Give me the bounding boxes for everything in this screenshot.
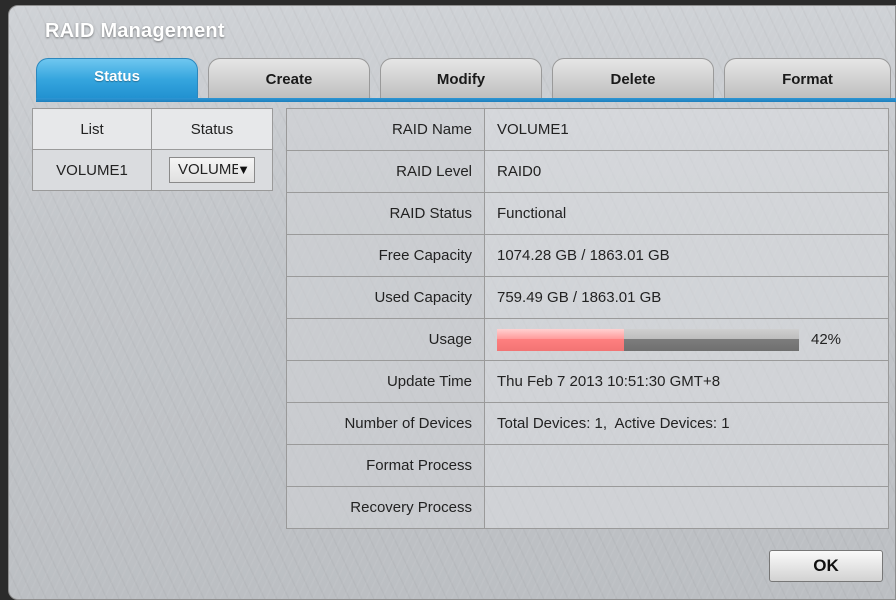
raid-level-label: RAID Level [286,150,485,193]
free-capacity-label: Free Capacity [286,234,485,277]
usage-progress-bar [497,328,799,351]
raid-management-window: RAID Management Status Create Modify Del… [8,5,896,600]
volume-select-value: VOLUME1 [178,161,238,178]
detail-row: RAID Level RAID0 [286,150,889,193]
number-of-devices-label: Number of Devices [286,402,485,445]
detail-row: Format Process [286,444,889,487]
tab-bar: Status Create Modify Delete Format [36,58,896,102]
raid-status-label: RAID Status [286,192,485,235]
list-header-row: List Status [32,108,273,150]
raid-list-table: List Status VOLUME1 VOLUME1 ▼ [32,108,273,191]
raid-name-label: RAID Name [286,108,485,151]
used-capacity-label: Used Capacity [286,276,485,319]
detail-row: RAID Name VOLUME1 [286,108,889,151]
list-row[interactable]: VOLUME1 VOLUME1 ▼ [32,149,273,191]
recovery-process-label: Recovery Process [286,486,485,529]
usage-indicator: 42% [497,328,888,351]
tab-create[interactable]: Create [208,58,370,100]
volume-name[interactable]: VOLUME1 [32,149,152,191]
detail-row: Update Time Thu Feb 7 2013 10:51:30 GMT+… [286,360,889,403]
format-process-value [484,444,889,487]
raid-status-value: Functional [484,192,889,235]
detail-row: RAID Status Functional [286,192,889,235]
volume-select[interactable]: VOLUME1 ▼ [169,157,255,183]
raid-level-value: RAID0 [484,150,889,193]
tab-status[interactable]: Status [36,58,198,100]
detail-row: Usage 42% [286,318,889,361]
detail-row: Free Capacity 1074.28 GB / 1863.01 GB [286,234,889,277]
update-time-value: Thu Feb 7 2013 10:51:30 GMT+8 [484,360,889,403]
window-title: RAID Management [45,20,225,42]
chevron-down-icon: ▼ [237,162,250,177]
usage-label: Usage [286,318,485,361]
raid-name-value: VOLUME1 [484,108,889,151]
list-column-header: List [32,108,152,150]
detail-row: Used Capacity 759.49 GB / 1863.01 GB [286,276,889,319]
usage-cell: 42% [484,318,889,361]
tab-underline [36,98,896,102]
detail-row: Number of Devices Total Devices: 1, Acti… [286,402,889,445]
update-time-label: Update Time [286,360,485,403]
status-column-header: Status [151,108,273,150]
recovery-process-value [484,486,889,529]
usage-progress-fill [497,328,624,351]
ok-button[interactable]: OK [769,550,883,582]
usage-percent: 42% [811,331,842,348]
tab-format[interactable]: Format [724,58,891,100]
used-capacity-value: 759.49 GB / 1863.01 GB [484,276,889,319]
status-cell: VOLUME1 ▼ [151,149,273,191]
format-process-label: Format Process [286,444,485,487]
detail-row: Recovery Process [286,486,889,529]
raid-details-table: RAID Name VOLUME1 RAID Level RAID0 RAID … [286,108,889,529]
tab-modify[interactable]: Modify [380,58,542,100]
number-of-devices-value: Total Devices: 1, Active Devices: 1 [484,402,889,445]
tab-delete[interactable]: Delete [552,58,714,100]
free-capacity-value: 1074.28 GB / 1863.01 GB [484,234,889,277]
